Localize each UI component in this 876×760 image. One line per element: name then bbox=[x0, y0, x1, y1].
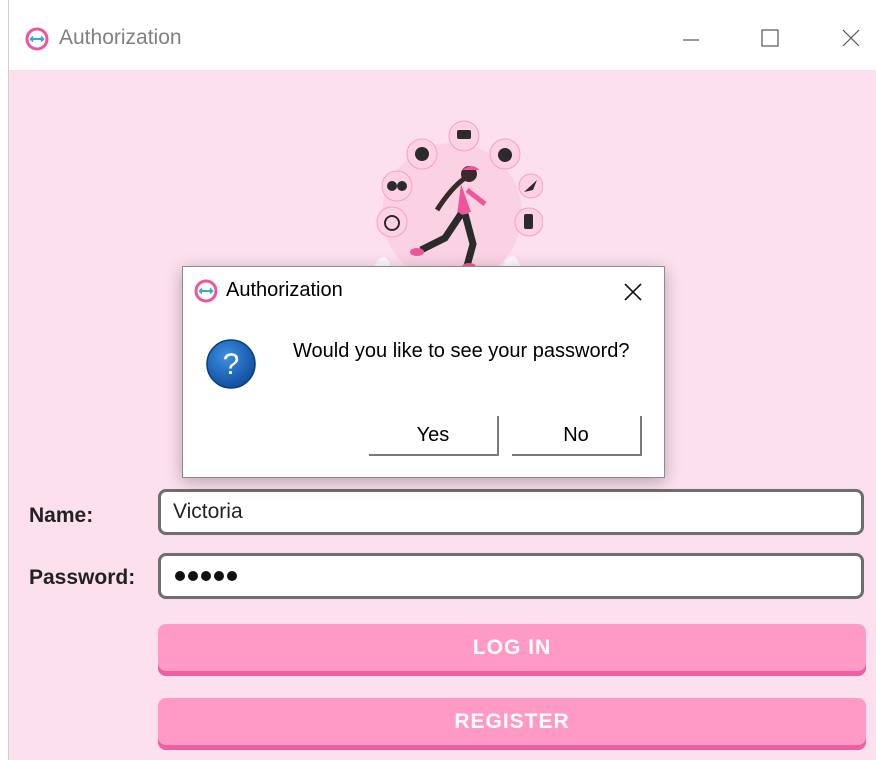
password-input[interactable] bbox=[158, 553, 864, 599]
app-logo-icon bbox=[25, 27, 49, 51]
maximize-icon bbox=[761, 29, 779, 47]
maximize-button[interactable] bbox=[744, 16, 796, 60]
yes-button[interactable]: Yes bbox=[369, 416, 499, 456]
title-bar[interactable]: Authorization bbox=[9, 0, 876, 70]
password-dot bbox=[188, 571, 198, 581]
minimize-icon bbox=[683, 39, 699, 41]
password-mask-dots bbox=[175, 556, 237, 596]
login-button[interactable]: LOG IN bbox=[158, 624, 866, 676]
password-dot bbox=[201, 571, 211, 581]
svg-text:?: ? bbox=[223, 348, 240, 381]
close-icon bbox=[624, 283, 642, 301]
minimize-button[interactable] bbox=[665, 16, 717, 60]
dialog-app-logo-icon bbox=[194, 279, 218, 303]
no-button[interactable]: No bbox=[512, 416, 642, 456]
close-window-button[interactable] bbox=[825, 16, 876, 60]
dialog-message: Would you like to see your password? bbox=[293, 340, 630, 362]
password-dot bbox=[214, 571, 224, 581]
authorization-window: Authorization Name: Victoria Password: L… bbox=[9, 0, 876, 760]
name-input[interactable] bbox=[158, 489, 864, 535]
dialog-close-button[interactable] bbox=[616, 275, 650, 309]
close-icon bbox=[842, 29, 860, 47]
window-title: Authorization bbox=[59, 26, 182, 49]
password-label: Password: bbox=[29, 566, 136, 589]
register-button[interactable]: REGISTER bbox=[158, 698, 866, 750]
password-dot bbox=[227, 571, 237, 581]
password-confirm-dialog: Authorization ? Would you like to see yo… bbox=[182, 266, 665, 478]
dialog-title: Authorization bbox=[226, 279, 343, 301]
running-woman-fitness-illustration bbox=[373, 120, 543, 274]
password-dot bbox=[175, 571, 185, 581]
question-icon: ? bbox=[206, 339, 256, 389]
name-label: Name: bbox=[29, 504, 94, 527]
